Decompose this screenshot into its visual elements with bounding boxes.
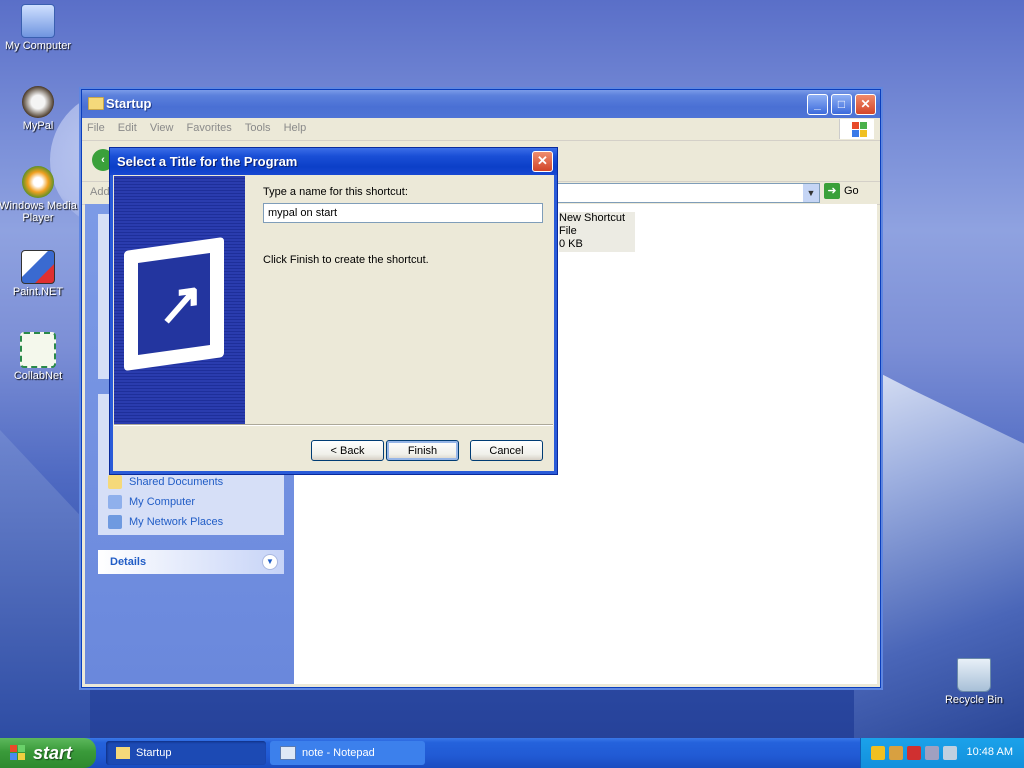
link-shared-documents[interactable]: Shared Documents: [98, 472, 284, 492]
menu-tools[interactable]: Tools: [240, 118, 276, 138]
address-field[interactable]: ▼: [552, 183, 820, 203]
finish-button[interactable]: Finish: [386, 440, 459, 461]
chevron-down-icon[interactable]: ▼: [803, 184, 819, 202]
file-type: File: [559, 225, 577, 237]
file-name: New Shortcut: [559, 212, 626, 224]
desktop-icon-label: My Computer: [4, 40, 72, 52]
menu-view[interactable]: View: [145, 118, 179, 138]
explorer-title: Startup: [106, 96, 152, 111]
close-button[interactable]: ✕: [855, 94, 876, 115]
desktop-icon-label: CollabNet: [13, 370, 63, 382]
details-title: Details: [110, 556, 147, 568]
dialog-title: Select a Title for the Program: [117, 154, 298, 169]
task-label: Startup: [136, 747, 172, 759]
taskbar: start Startup note - Notepad 10:48 AM: [0, 738, 1024, 768]
details-header[interactable]: Details ▼: [98, 550, 284, 574]
shortcut-arrow-icon: ↗: [124, 236, 224, 372]
desktop-icon-label: MyPal: [22, 120, 54, 132]
volume-icon[interactable]: [943, 746, 957, 760]
paint-net-icon: [21, 250, 55, 284]
taskbar-item-startup[interactable]: Startup: [106, 741, 266, 765]
back-button[interactable]: < Back: [311, 440, 384, 461]
my-computer-icon: [21, 4, 55, 38]
details-panel[interactable]: Details ▼: [98, 550, 284, 574]
network-places-icon: [108, 515, 122, 529]
folder-icon: [116, 747, 130, 760]
menu-file[interactable]: File: [82, 118, 110, 138]
menu-edit[interactable]: Edit: [113, 118, 142, 138]
recycle-bin-icon: [957, 658, 991, 692]
task-label: note - Notepad: [302, 747, 375, 759]
desktop-icon-recycle-bin[interactable]: Recycle Bin: [934, 658, 1014, 706]
desktop-icon-mypal[interactable]: MyPal: [0, 86, 78, 132]
collabnet-icon: [20, 332, 56, 368]
mypal-icon: [22, 86, 54, 118]
go-label: Go: [844, 184, 859, 197]
go-arrow-icon: ➜: [824, 183, 840, 199]
windows-flag-icon: [10, 745, 26, 761]
link-label: My Computer: [129, 495, 196, 508]
desktop-icon-label: Windows Media Player: [0, 200, 77, 224]
file-item-new-shortcut[interactable]: New Shortcut File 0 KB: [559, 212, 635, 252]
menu-bar: File Edit View Favorites Tools Help: [82, 118, 880, 141]
my-computer-icon: [108, 495, 122, 509]
antivirus-icon[interactable]: [907, 746, 921, 760]
chevron-down-icon[interactable]: ▼: [262, 554, 278, 570]
taskbar-item-notepad[interactable]: note - Notepad: [270, 741, 425, 765]
wizard-banner: ↗: [114, 176, 245, 424]
dialog-titlebar[interactable]: Select a Title for the Program ✕: [110, 148, 557, 175]
shortcut-name-label: Type a name for this shortcut:: [263, 186, 408, 198]
desktop-icon-paint-net[interactable]: Paint.NET: [0, 250, 78, 298]
maximize-button[interactable]: □: [831, 94, 852, 115]
security-shield-icon[interactable]: [871, 746, 885, 760]
cancel-button[interactable]: Cancel: [470, 440, 543, 461]
windows-flag-icon: [839, 119, 874, 139]
desktop-icon-my-computer[interactable]: My Computer: [0, 4, 78, 52]
start-label: start: [33, 743, 73, 763]
minimize-button[interactable]: _: [807, 94, 828, 115]
dialog-body: Type a name for this shortcut: Click Fin…: [245, 176, 553, 424]
desktop-icon-windows-media-player[interactable]: Windows Media Player: [0, 166, 78, 224]
folder-icon: [108, 475, 122, 489]
close-icon[interactable]: ✕: [532, 151, 553, 172]
notepad-icon: [280, 746, 296, 761]
wallpaper-hill: [0, 430, 90, 750]
create-shortcut-dialog[interactable]: Select a Title for the Program ✕ ↗ Type …: [109, 147, 558, 475]
finish-hint: Click Finish to create the shortcut.: [263, 254, 429, 266]
desktop-icon-label: Recycle Bin: [944, 694, 1004, 706]
clock[interactable]: 10:48 AM: [967, 746, 1013, 758]
media-player-icon: [22, 166, 54, 198]
link-label: My Network Places: [129, 515, 224, 528]
folder-icon: [88, 97, 104, 110]
link-label: Shared Documents: [129, 475, 224, 488]
menu-help[interactable]: Help: [279, 118, 312, 138]
desktop-icon-label: Paint.NET: [12, 286, 64, 298]
network-icon[interactable]: [925, 746, 939, 760]
file-size: 0 KB: [559, 238, 583, 250]
tray-app-icon[interactable]: [889, 746, 903, 760]
explorer-titlebar[interactable]: Startup _ □ ✕: [82, 90, 880, 118]
system-tray: 10:48 AM: [860, 738, 1024, 768]
shortcut-name-input[interactable]: [263, 203, 543, 223]
link-my-computer[interactable]: My Computer: [98, 492, 284, 512]
go-button[interactable]: ➜ Go: [824, 183, 859, 199]
dialog-divider: [114, 424, 553, 426]
link-my-network-places[interactable]: My Network Places: [98, 512, 284, 532]
menu-favorites[interactable]: Favorites: [182, 118, 237, 138]
desktop-icon-collabnet[interactable]: CollabNet: [0, 332, 78, 382]
address-label: Add: [90, 186, 110, 198]
start-button[interactable]: start: [0, 738, 96, 768]
